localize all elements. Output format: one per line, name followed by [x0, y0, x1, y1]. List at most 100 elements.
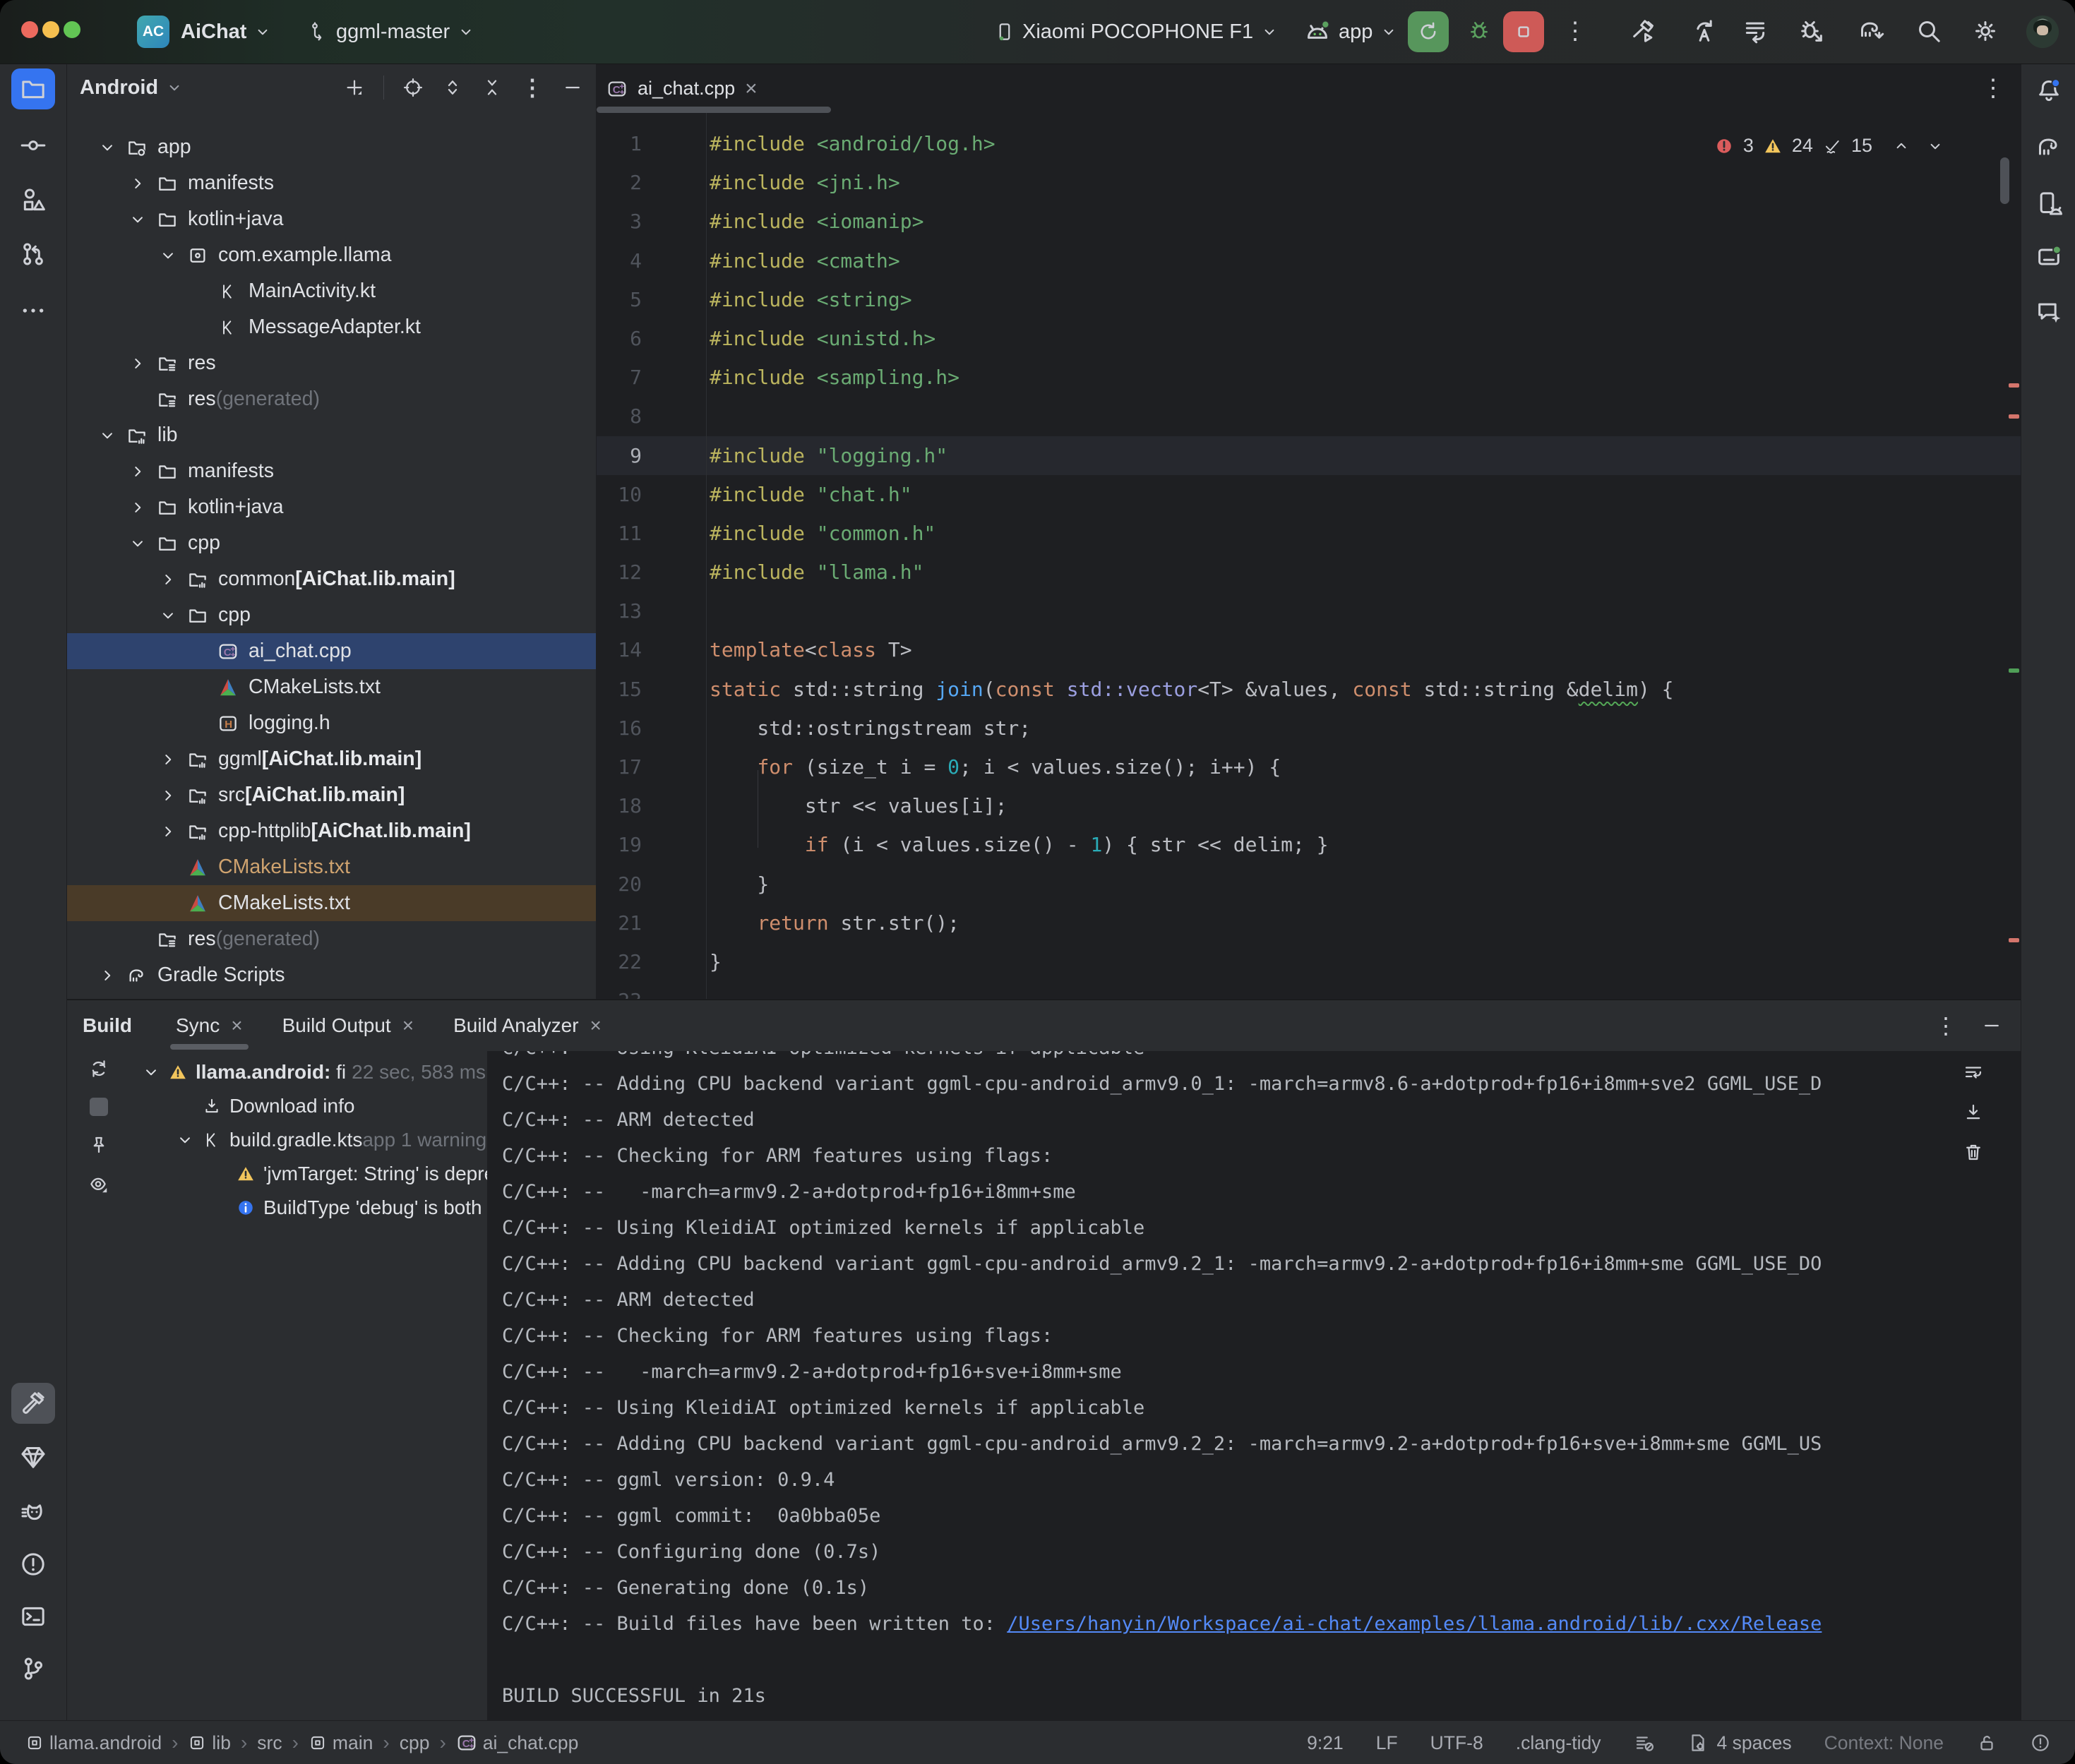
tree-item-res[interactable]: res (generated) — [67, 381, 596, 417]
run-configuration-selector[interactable]: app — [1303, 0, 1398, 64]
sidebar-item-notifications[interactable] — [2027, 70, 2071, 111]
chevron-right-icon[interactable] — [92, 966, 122, 985]
chevron-right-icon[interactable] — [153, 750, 183, 769]
code-line-20[interactable]: 20 } — [597, 865, 2021, 904]
tree-item-ggml[interactable]: ggml [AiChat.lib.main] — [67, 741, 596, 777]
code-line-21[interactable]: 21 return str.str(); — [597, 904, 2021, 942]
close-tab-icon[interactable]: × — [590, 1014, 602, 1037]
chevron-right-icon[interactable] — [123, 462, 153, 481]
settings-button[interactable] — [1971, 17, 1999, 45]
build-tab-build-analyzer[interactable]: Build Analyzer× — [453, 1000, 602, 1051]
formatter-icon[interactable] — [1634, 1732, 1655, 1753]
sidebar-item-app-quality-insights[interactable] — [11, 1436, 55, 1477]
resync-button[interactable] — [88, 1058, 109, 1079]
code-line-2[interactable]: 2#include <jni.h> — [597, 163, 2021, 202]
sidebar-item-device-manager[interactable] — [2027, 183, 2071, 224]
code-line-10[interactable]: 10#include "chat.h" — [597, 475, 2021, 514]
line-ending[interactable]: LF — [1376, 1732, 1398, 1754]
tree-item-manifests[interactable]: manifests — [67, 453, 596, 489]
chevron-right-icon[interactable] — [123, 498, 153, 517]
sidebar-item-pull-requests[interactable] — [11, 234, 55, 275]
close-tab-icon[interactable]: × — [402, 1014, 414, 1037]
breadcrumb-item-src[interactable]: src — [257, 1732, 282, 1754]
chevron-right-icon[interactable] — [123, 354, 153, 373]
minimize-window-button[interactable] — [42, 21, 59, 38]
code-line-17[interactable]: 17 for (size_t i = 0; i < values.size();… — [597, 748, 2021, 786]
vcs-branch-widget[interactable]: ggml-master — [308, 0, 475, 64]
run-more-actions-button[interactable]: ⋮ — [1563, 17, 1587, 45]
code-line-9[interactable]: 9#include "logging.h" — [597, 436, 2021, 475]
expand-all-button[interactable] — [442, 77, 463, 98]
project-widget[interactable]: AiChat — [181, 0, 272, 64]
hide-panel-button[interactable] — [562, 77, 583, 98]
build-project-button[interactable] — [1629, 17, 1658, 45]
build-options-button[interactable]: ⋮ — [1935, 1012, 1957, 1039]
code-area[interactable]: 1#include <android/log.h>2#include <jni.… — [597, 113, 2021, 999]
error-outline-icon[interactable] — [2030, 1732, 2051, 1753]
editor-tab-ai-chat-cpp[interactable]: C ai_chat.cpp × — [597, 64, 773, 113]
chevron-right-icon[interactable] — [153, 786, 183, 805]
build-console-output[interactable]: C/C++: -- Using KleidiAI optimized kerne… — [502, 1051, 1936, 1721]
debug-button[interactable] — [1467, 18, 1491, 42]
tree-item-logging-h[interactable]: Hlogging.h — [67, 705, 596, 741]
code-line-18[interactable]: 18 str << values[i]; — [597, 786, 2021, 825]
editor-scroll-thumb-horizontal[interactable] — [597, 107, 831, 113]
soft-wrap-button[interactable] — [1963, 1062, 1984, 1084]
pin-button[interactable] — [88, 1134, 109, 1156]
tree-item-messageadapter-kt[interactable]: MessageAdapter.kt — [67, 309, 596, 345]
build-tree-item[interactable]: Download info — [131, 1089, 488, 1123]
attach-debugger-button[interactable] — [1798, 17, 1826, 45]
error-stripe-mark[interactable] — [2009, 414, 2019, 419]
next-issue-button[interactable] — [1926, 137, 1944, 155]
chevron-down-icon[interactable] — [153, 606, 183, 625]
build-output-path-link[interactable]: /Users/hanyin/Workspace/ai-chat/examples… — [1007, 1613, 1822, 1635]
stop-button[interactable] — [1503, 11, 1544, 52]
close-tab-icon[interactable]: × — [231, 1014, 242, 1037]
tree-item-cpp[interactable]: cpp — [67, 525, 596, 561]
tree-item-res[interactable]: res (generated) — [67, 921, 596, 957]
sidebar-item-build[interactable] — [11, 1383, 55, 1424]
chevron-down-icon[interactable] — [123, 210, 153, 229]
unlock-icon[interactable] — [1976, 1732, 1997, 1753]
add-button[interactable] — [344, 77, 365, 98]
sidebar-item-project[interactable] — [11, 68, 55, 109]
tree-item-app[interactable]: app — [67, 129, 596, 165]
sidebar-item-running-devices[interactable] — [2027, 236, 2071, 277]
stop-sync-button[interactable] — [90, 1098, 108, 1116]
tree-item-ai-chat-cpp[interactable]: Cai_chat.cpp — [67, 633, 596, 669]
chevron-down-icon[interactable] — [123, 534, 153, 553]
tree-item-kotlin-java[interactable]: kotlin+java — [67, 489, 596, 525]
editor-scrollbar-thumb[interactable] — [2000, 157, 2009, 204]
code-line-7[interactable]: 7#include <sampling.h> — [597, 358, 2021, 397]
tree-item-cmakelists-txt[interactable]: CMakeLists.txt — [67, 669, 596, 705]
clear-all-button[interactable] — [1963, 1141, 1984, 1163]
sidebar-item-more-tools[interactable] — [11, 290, 55, 331]
editor-options-button[interactable]: ⋮ — [1981, 74, 2005, 102]
close-window-button[interactable] — [21, 21, 38, 38]
sidebar-item-terminal[interactable] — [11, 1596, 55, 1637]
error-stripe-mark[interactable] — [2009, 383, 2019, 388]
breadcrumb-item-cpp[interactable]: cpp — [400, 1732, 430, 1754]
code-line-16[interactable]: 16 std::ostringstream str; — [597, 709, 2021, 748]
build-tree-item[interactable]: build.gradle.kts app 1 warning — [131, 1123, 488, 1157]
tree-item-cmakelists-txt[interactable]: CMakeLists.txt — [67, 849, 596, 885]
code-line-4[interactable]: 4#include <cmath> — [597, 241, 2021, 280]
chevron-right-icon[interactable] — [153, 822, 183, 841]
sidebar-item-resource-manager[interactable] — [11, 179, 55, 220]
build-tab-sync[interactable]: Sync× — [176, 1000, 243, 1051]
inspections-widget[interactable]: 3 24 15 — [1715, 135, 1944, 157]
code-line-11[interactable]: 11#include "common.h" — [597, 514, 2021, 553]
caret-position[interactable]: 9:21 — [1307, 1732, 1344, 1754]
chevron-down-icon[interactable] — [92, 426, 122, 445]
hide-build-panel-button[interactable] — [1981, 1015, 2002, 1036]
sidebar-item-logcat[interactable] — [11, 1492, 55, 1532]
tree-item-lib[interactable]: lib — [67, 417, 596, 453]
profiler-button[interactable] — [1741, 17, 1769, 45]
code-line-14[interactable]: 14template<class T> — [597, 630, 2021, 669]
view-options-button[interactable] — [88, 1174, 109, 1195]
build-tab-build-output[interactable]: Build Output× — [282, 1000, 414, 1051]
tree-item-cmakelists-txt[interactable]: CMakeLists.txt — [67, 885, 596, 921]
code-line-8[interactable]: 8 — [597, 397, 2021, 436]
tree-item-common[interactable]: common [AiChat.lib.main] — [67, 561, 596, 597]
tree-item-kotlin-java[interactable]: kotlin+java — [67, 201, 596, 237]
